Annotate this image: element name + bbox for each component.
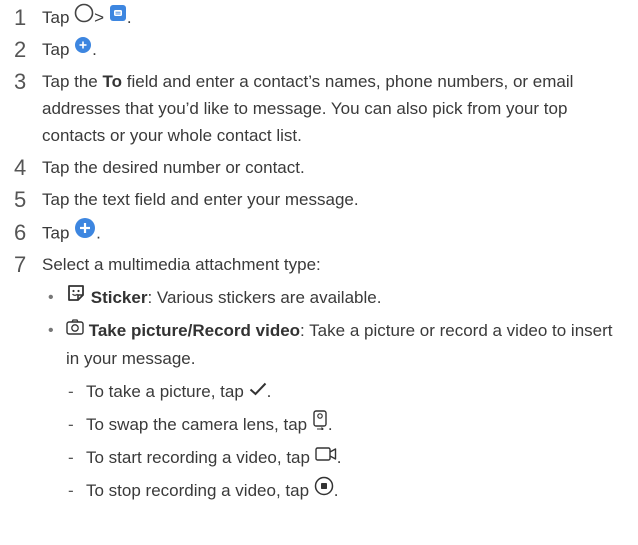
attach-plus-icon <box>74 217 96 247</box>
to-field-label: To <box>102 72 123 91</box>
step-number: 6 <box>14 220 27 245</box>
step-text: Tap the To field and enter a contact’s n… <box>42 72 574 145</box>
bullet-mark: • <box>48 289 54 306</box>
bullet-mark: • <box>48 322 54 339</box>
video-record-icon <box>315 443 337 470</box>
separator: > <box>94 8 105 27</box>
step-number: 4 <box>14 155 27 180</box>
step-text: Tap <box>42 8 70 27</box>
stop-record-icon <box>314 476 334 504</box>
checkmark-icon <box>249 377 267 404</box>
dash-mark: - <box>68 415 74 434</box>
step-number: 7 <box>14 252 27 277</box>
step-text: Tap the desired number or contact. <box>42 158 305 177</box>
take-picture-label: Take picture/Record video <box>88 321 301 340</box>
messaging-app-icon <box>109 3 127 30</box>
step-text: Tap <box>42 40 70 59</box>
step-text: Tap <box>42 223 70 243</box>
dash-mark: - <box>68 382 74 401</box>
new-message-plus-icon <box>74 35 92 62</box>
step-text: Tap the text field and enter your messag… <box>42 190 359 209</box>
step-number: 2 <box>14 37 27 62</box>
step-number: 3 <box>14 69 27 94</box>
sticker-icon <box>66 283 86 311</box>
swap-camera-icon <box>312 409 328 438</box>
step-text: Select a multimedia attachment type: <box>42 255 321 274</box>
step-number: 5 <box>14 187 27 212</box>
home-circle-icon <box>74 3 94 31</box>
dash-mark: - <box>68 448 74 467</box>
camera-icon <box>66 316 84 343</box>
sticker-label: Sticker <box>90 288 148 307</box>
dash-mark: - <box>68 481 74 500</box>
step-number: 1 <box>14 5 27 30</box>
